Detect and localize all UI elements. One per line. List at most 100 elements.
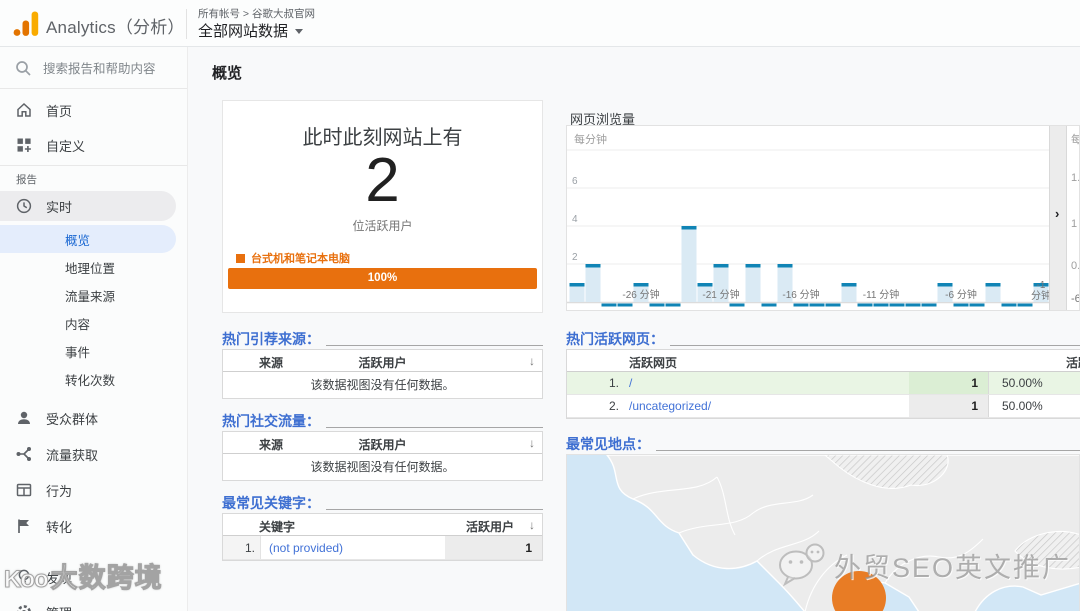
- sidebar-item-realtime[interactable]: 实时: [0, 191, 176, 221]
- legend-swatch-desktop: [236, 253, 245, 263]
- mini-ytick: 1.: [1071, 172, 1080, 184]
- svg-text:-6 分钟: -6 分钟: [945, 288, 977, 301]
- sidebar-item-customization[interactable]: 自定义: [0, 130, 187, 160]
- active-pages-table: 活跃网页 活跃用户 1. / 1 50.00% 2. /uncategorize…: [566, 349, 1080, 419]
- col-active-users: 活跃用户: [465, 520, 514, 534]
- search-input[interactable]: 搜索报告和帮助内容: [0, 47, 187, 89]
- svg-text:-1: -1: [1037, 280, 1046, 291]
- sidebar-item-realtime-traffic-sources[interactable]: 流量来源: [0, 281, 187, 309]
- svg-text:分钟: 分钟: [1031, 289, 1049, 302]
- referrals-table: 来源 活跃用户 ↓ 该数据视图没有任何数据。: [222, 349, 543, 399]
- sidebar-item-label: 内容: [65, 317, 91, 332]
- active-pages-heading-text: 热门活跃网页：: [566, 331, 664, 347]
- col-active-users: 活跃用户: [358, 356, 407, 370]
- sort-desc-icon[interactable]: ↓: [529, 518, 535, 532]
- rank: 2.: [608, 399, 619, 413]
- clock-icon: [16, 198, 32, 214]
- active-users-count: 2: [365, 146, 400, 215]
- active-users-label: 位活跃用户: [352, 219, 413, 233]
- table-header: 来源 活跃用户 ↓: [223, 432, 542, 454]
- home-icon: [17, 102, 31, 117]
- sidebar-item-behavior[interactable]: 行为: [0, 475, 187, 505]
- referrals-heading: 热门引荐来源：: [222, 329, 543, 349]
- sidebar-item-label: 发现: [46, 570, 73, 586]
- col-active-users-cut: 活跃用户: [1066, 356, 1080, 370]
- sidebar-item-label: 流量来源: [65, 289, 116, 304]
- col-active-users: 活跃用户: [358, 438, 407, 452]
- sidebar-nav: 搜索报告和帮助内容 首页 自定义 报告 实时 概览 地理位置 流量来源 内容 事…: [0, 47, 188, 611]
- property-name: 全部网站数据: [198, 23, 289, 40]
- device-share-bar: 100%: [228, 268, 537, 289]
- keywords-heading-text: 最常见关键字：: [222, 495, 320, 511]
- sidebar-item-realtime-content[interactable]: 内容: [0, 309, 187, 337]
- top-app-bar: Analytics（分析） 所有帐号 > 谷歌大叔官网 全部网站数据: [0, 0, 1080, 47]
- sidebar-item-label: 流量获取: [46, 447, 99, 463]
- search-placeholder: 搜索报告和帮助内容: [43, 62, 156, 76]
- analytics-logo-icon: [13, 11, 39, 36]
- sidebar-item-realtime-conversions[interactable]: 转化次数: [0, 365, 187, 393]
- table-row: 1. (not provided) 1: [223, 536, 542, 560]
- per-minute-label: 每分钟: [574, 134, 607, 146]
- sidebar-item-realtime-events[interactable]: 事件: [0, 337, 187, 365]
- sidebar-item-realtime-overview[interactable]: 概览: [0, 225, 176, 253]
- col-keyword: 关键字: [259, 520, 296, 534]
- sort-desc-icon[interactable]: ↓: [529, 354, 535, 368]
- page-title: 概览: [212, 65, 243, 82]
- sidebar-item-discover[interactable]: 发现: [0, 562, 187, 592]
- active-users-card: 此时此刻网站上有 2 位活跃用户 台式机和笔记本电脑 100%: [222, 100, 543, 313]
- analytics-realtime-overview-page: Analytics（分析） 所有帐号 > 谷歌大叔官网 全部网站数据 搜索报告和…: [0, 0, 1080, 611]
- page-link[interactable]: /uncategorized/: [629, 399, 711, 413]
- sidebar-item-label: 受众群体: [46, 411, 99, 427]
- lightbulb-icon: [18, 569, 30, 585]
- empty-state-text: 该数据视图没有任何数据。: [310, 460, 455, 474]
- sidebar-item-label: 管理: [46, 603, 72, 611]
- locations-map: [566, 454, 1080, 611]
- sidebar-item-admin[interactable]: 管理: [0, 597, 187, 611]
- sidebar-item-label: 实时: [46, 199, 73, 215]
- table-header: 活跃网页 活跃用户: [567, 350, 1080, 372]
- customization-icon: [17, 138, 31, 152]
- active-users-value: 1: [909, 395, 989, 417]
- social-heading: 热门社交流量：: [222, 411, 543, 431]
- per-minute-bar-chart: 2 4 6 -26 分钟 -21 分钟 -16 分钟 -11 分钟 -6 分钟 -1分钟: [567, 149, 1049, 307]
- sidebar-item-label: 概览: [65, 233, 91, 248]
- svg-text:-16 分钟: -16 分钟: [782, 288, 819, 301]
- sort-desc-icon[interactable]: ↓: [529, 436, 535, 450]
- breadcrumb[interactable]: 所有帐号 > 谷歌大叔官网: [198, 6, 315, 21]
- legend-label: 台式机和笔记本电脑: [251, 253, 350, 265]
- mini-ytick: 0.: [1071, 260, 1080, 272]
- sidebar-item-home[interactable]: 首页: [0, 95, 187, 125]
- keyword-link[interactable]: (not provided): [269, 541, 343, 555]
- sidebar-item-label: 转化次数: [65, 373, 116, 388]
- sidebar-section-reports: 报告: [16, 174, 37, 186]
- audience-icon: [18, 411, 30, 424]
- sidebar-item-audience[interactable]: 受众群体: [0, 403, 187, 433]
- sidebar-item-acquisition[interactable]: 流量获取: [0, 439, 187, 469]
- rank: 1.: [244, 541, 255, 555]
- page-link[interactable]: /: [629, 376, 632, 390]
- col-active-page: 活跃网页: [629, 356, 678, 370]
- social-heading-text: 热门社交流量：: [222, 413, 320, 429]
- table-row: 1. / 1 50.00%: [567, 372, 1080, 395]
- search-icon: [16, 60, 31, 76]
- sidebar-item-realtime-locations[interactable]: 地理位置: [0, 253, 187, 281]
- sidebar-item-label: 首页: [46, 103, 73, 119]
- svg-text:-21 分钟: -21 分钟: [702, 288, 739, 301]
- gear-icon: [17, 605, 31, 611]
- active-users-value: 1: [909, 372, 989, 394]
- sidebar-item-label: 行为: [46, 483, 73, 499]
- chart-scroll-strip[interactable]: ›: [1049, 126, 1067, 310]
- property-selector[interactable]: 全部网站数据: [198, 20, 304, 41]
- top-locations-heading: 最常见地点：: [566, 434, 1080, 454]
- flag-icon: [18, 519, 29, 533]
- chevron-right-icon[interactable]: ›: [1055, 206, 1059, 221]
- keywords-heading: 最常见关键字：: [222, 493, 543, 513]
- mini-ytick: 1: [1071, 218, 1078, 230]
- table-header: 关键字 活跃用户 ↓: [223, 514, 542, 536]
- active-users-value: 1: [445, 536, 542, 559]
- svg-text:-26 分钟: -26 分钟: [622, 288, 659, 301]
- svg-text:-11 分钟: -11 分钟: [863, 288, 900, 301]
- rank: 1.: [608, 376, 619, 390]
- sidebar-item-conversions[interactable]: 转化: [0, 511, 187, 541]
- device-legend: 台式机和笔记本电脑: [236, 250, 350, 266]
